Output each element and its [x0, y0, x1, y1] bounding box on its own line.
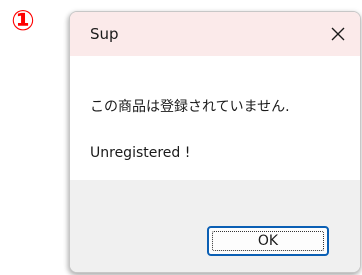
- message-dialog: Sup この商品は登録されていません. Unregistered ! OK: [69, 11, 361, 273]
- message-english: Unregistered !: [90, 145, 191, 161]
- close-button[interactable]: [316, 12, 360, 56]
- message-japanese: この商品は登録されていません.: [90, 99, 290, 115]
- dialog-title: Sup: [90, 25, 119, 43]
- step-number-badge: ①: [11, 4, 35, 37]
- dialog-titlebar: Sup: [70, 12, 360, 56]
- dialog-footer: OK: [70, 180, 360, 272]
- ok-button-label: OK: [257, 233, 279, 249]
- close-icon: [331, 27, 345, 41]
- ok-button[interactable]: OK: [207, 226, 329, 256]
- dialog-body: この商品は登録されていません. Unregistered !: [70, 56, 360, 180]
